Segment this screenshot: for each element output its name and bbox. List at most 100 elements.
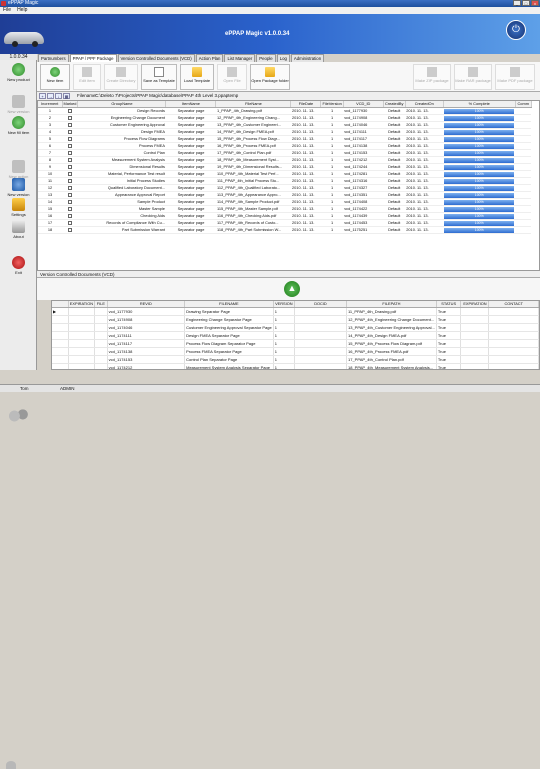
column-header[interactable]: EXPIRATION bbox=[460, 301, 490, 308]
marked-checkbox[interactable] bbox=[67, 129, 72, 134]
marked-checkbox[interactable] bbox=[67, 136, 72, 141]
marked-checkbox[interactable] bbox=[67, 185, 72, 190]
open-package-folder-button[interactable]: Open Package folder bbox=[250, 64, 290, 90]
tab-list-manager[interactable]: List Manager bbox=[224, 54, 256, 62]
tab-log[interactable]: Log bbox=[276, 54, 290, 62]
table-cell: Separator page bbox=[165, 219, 216, 227]
table-row[interactable]: 9 Dimensional Results Separator page 19_PPA… bbox=[38, 163, 532, 171]
marked-checkbox[interactable] bbox=[67, 192, 72, 197]
marked-checkbox[interactable] bbox=[67, 108, 72, 113]
table-cell: 1 bbox=[320, 135, 344, 143]
arrow-right-icon[interactable]: → bbox=[47, 93, 54, 99]
table-row[interactable]: ▶ vcd_1177930 Drawing Separator Page 1 11_PP… bbox=[52, 307, 539, 316]
progress-bar: 100% bbox=[444, 144, 515, 149]
open-file-button[interactable]: Open File bbox=[217, 64, 247, 90]
table-row[interactable]: 14 Sample Product Separator page 114_PPAP_4… bbox=[38, 198, 532, 206]
table-row[interactable]: vcd_1174111 Design FMEA Separator Page 1 14… bbox=[52, 331, 539, 340]
column-header[interactable]: FileVersion bbox=[320, 101, 344, 108]
marked-checkbox[interactable] bbox=[67, 115, 72, 120]
action-icon bbox=[12, 160, 25, 173]
table-row[interactable]: 12 Qualified Laboratory Document... Separa… bbox=[38, 184, 532, 192]
table-cell: 1 bbox=[320, 121, 344, 129]
table-row[interactable]: 18 Part Submission Warrant Separator page 1… bbox=[38, 226, 532, 234]
table-row[interactable]: 8 Measurement System Analysis Separator pa… bbox=[38, 156, 532, 164]
table-cell bbox=[488, 363, 539, 369]
table-row[interactable]: 4 Design FMEA Separator page 14_PPAP_4th_De… bbox=[38, 128, 532, 136]
table-row[interactable]: vcd_1174153 Control Plan Separator Page 1 1… bbox=[52, 355, 539, 364]
marked-checkbox[interactable] bbox=[67, 157, 72, 162]
exit-button[interactable]: Exit bbox=[2, 256, 35, 275]
tab-vcd[interactable]: Version Controlled Documents (VCD) bbox=[117, 54, 195, 62]
marked-checkbox[interactable] bbox=[67, 143, 72, 148]
table-cell: Drawing Separator Page bbox=[184, 307, 274, 316]
tab-ppap-package[interactable]: PPAP / PPF Package bbox=[69, 54, 117, 62]
arrow-down-icon[interactable]: ↓ bbox=[55, 93, 62, 99]
tab-administration[interactable]: Administration bbox=[290, 54, 325, 62]
marked-checkbox[interactable] bbox=[67, 227, 72, 232]
marked-checkbox[interactable] bbox=[67, 220, 72, 225]
close-button[interactable]: x bbox=[531, 0, 539, 6]
table-row[interactable]: 13 Appearance Approval Report Separator pa… bbox=[38, 191, 532, 199]
table-row[interactable]: 3 Customer Engineering Approval Separator … bbox=[38, 121, 532, 129]
table-cell bbox=[62, 212, 78, 220]
column-header[interactable]: Marked bbox=[62, 101, 79, 108]
new-item-button[interactable]: New item bbox=[40, 64, 70, 90]
create-directory-button[interactable]: Create Directory bbox=[104, 64, 138, 90]
new-version-top-button[interactable]: New version bbox=[2, 95, 35, 114]
about-button[interactable]: About bbox=[2, 220, 35, 239]
arrow-up-icon[interactable]: ▲ bbox=[284, 281, 300, 297]
table-row[interactable]: 10 Material, Performance Test result Separ… bbox=[38, 170, 532, 178]
table-row[interactable]: vcd_1174908 Engineering Change Separator … bbox=[52, 315, 539, 324]
table-row[interactable]: vcd_1174117 Process Flow Diagram Separato… bbox=[52, 339, 539, 348]
menu-help[interactable]: Help bbox=[17, 7, 27, 14]
table-row[interactable]: 16 Checking Aids Separator page 116_PPAP_4t… bbox=[38, 212, 532, 220]
marked-checkbox[interactable] bbox=[67, 199, 72, 204]
menu-file[interactable]: File bbox=[3, 7, 11, 14]
marked-checkbox[interactable] bbox=[67, 150, 72, 155]
tab-action-plan[interactable]: Action Plan bbox=[195, 54, 224, 62]
table-row[interactable]: 17 Records of Compliance With Cu... Separa… bbox=[38, 219, 532, 227]
column-header[interactable]: Increment bbox=[38, 101, 63, 108]
minimize-button[interactable]: _ bbox=[513, 0, 521, 6]
settings-button[interactable]: Settings bbox=[2, 198, 35, 217]
make-pdf-button[interactable]: Make PDF package bbox=[495, 64, 535, 90]
table-row[interactable]: 1 Design Records Separator page 1_PPAP_4th_… bbox=[38, 107, 532, 115]
new-product-button[interactable]: New product bbox=[2, 63, 35, 82]
table-row[interactable]: vcd_1174212 Measurement System Analysis S… bbox=[52, 363, 539, 369]
tab-people[interactable]: People bbox=[256, 54, 276, 62]
marked-checkbox[interactable] bbox=[67, 122, 72, 127]
new-version-button[interactable]: New version bbox=[2, 178, 35, 197]
edit-item-button[interactable]: Edit item bbox=[73, 64, 101, 90]
table-row[interactable]: 2 Engineering Change Document Separator pa… bbox=[38, 114, 532, 122]
column-header[interactable]: EXPIRATION bbox=[68, 301, 96, 308]
maximize-button[interactable]: □ bbox=[522, 0, 530, 6]
table-cell: vcd_1174117 bbox=[107, 339, 186, 348]
column-header[interactable]: VERSION bbox=[273, 301, 295, 308]
marked-checkbox[interactable] bbox=[67, 213, 72, 218]
new-action-button[interactable]: New action bbox=[2, 160, 35, 179]
table-cell bbox=[515, 121, 532, 129]
table-row[interactable]: 11 Initial Process Studies Separator page 1… bbox=[38, 177, 532, 185]
column-header[interactable]: CreatedBy bbox=[383, 101, 406, 108]
column-header[interactable]: Comm bbox=[515, 101, 532, 108]
make-rar-label: Make RAR package bbox=[455, 78, 491, 83]
power-icon[interactable]: ⏻ bbox=[506, 20, 526, 40]
grid-icon[interactable]: ▦ bbox=[63, 93, 70, 99]
table-row[interactable]: 7 Control Plan Separator page 17_PPAP_4th_C… bbox=[38, 149, 532, 157]
add-row-icon[interactable]: + bbox=[39, 93, 46, 99]
make-zip-button[interactable]: Make ZIP package bbox=[413, 64, 451, 90]
table-row[interactable]: 6 Process FMEA Separator page 16_PPAP_4th_P… bbox=[38, 142, 532, 150]
table-row[interactable]: vcd_1174138 Process FMEA Separator Page 1 1… bbox=[52, 347, 539, 356]
table-row[interactable]: vcd_1174046 Customer Engineering Approval… bbox=[52, 323, 539, 332]
new-fill-item-button[interactable]: New fill item bbox=[2, 116, 35, 135]
marked-checkbox[interactable] bbox=[67, 171, 72, 176]
tab-partnumbers[interactable]: Partnumbers bbox=[38, 54, 69, 62]
load-template-button[interactable]: Load Template bbox=[180, 64, 214, 90]
marked-checkbox[interactable] bbox=[67, 164, 72, 169]
save-template-button[interactable]: Save as Template bbox=[141, 64, 177, 90]
table-row[interactable]: 15 Master Sample Separator page 115_PPAP_4t… bbox=[38, 205, 532, 213]
make-rar-button[interactable]: Make RAR package bbox=[454, 64, 492, 90]
table-row[interactable]: 5 Process Flow Diagrams Separator page 15_P… bbox=[38, 135, 532, 143]
marked-checkbox[interactable] bbox=[67, 178, 72, 183]
marked-checkbox[interactable] bbox=[67, 206, 72, 211]
